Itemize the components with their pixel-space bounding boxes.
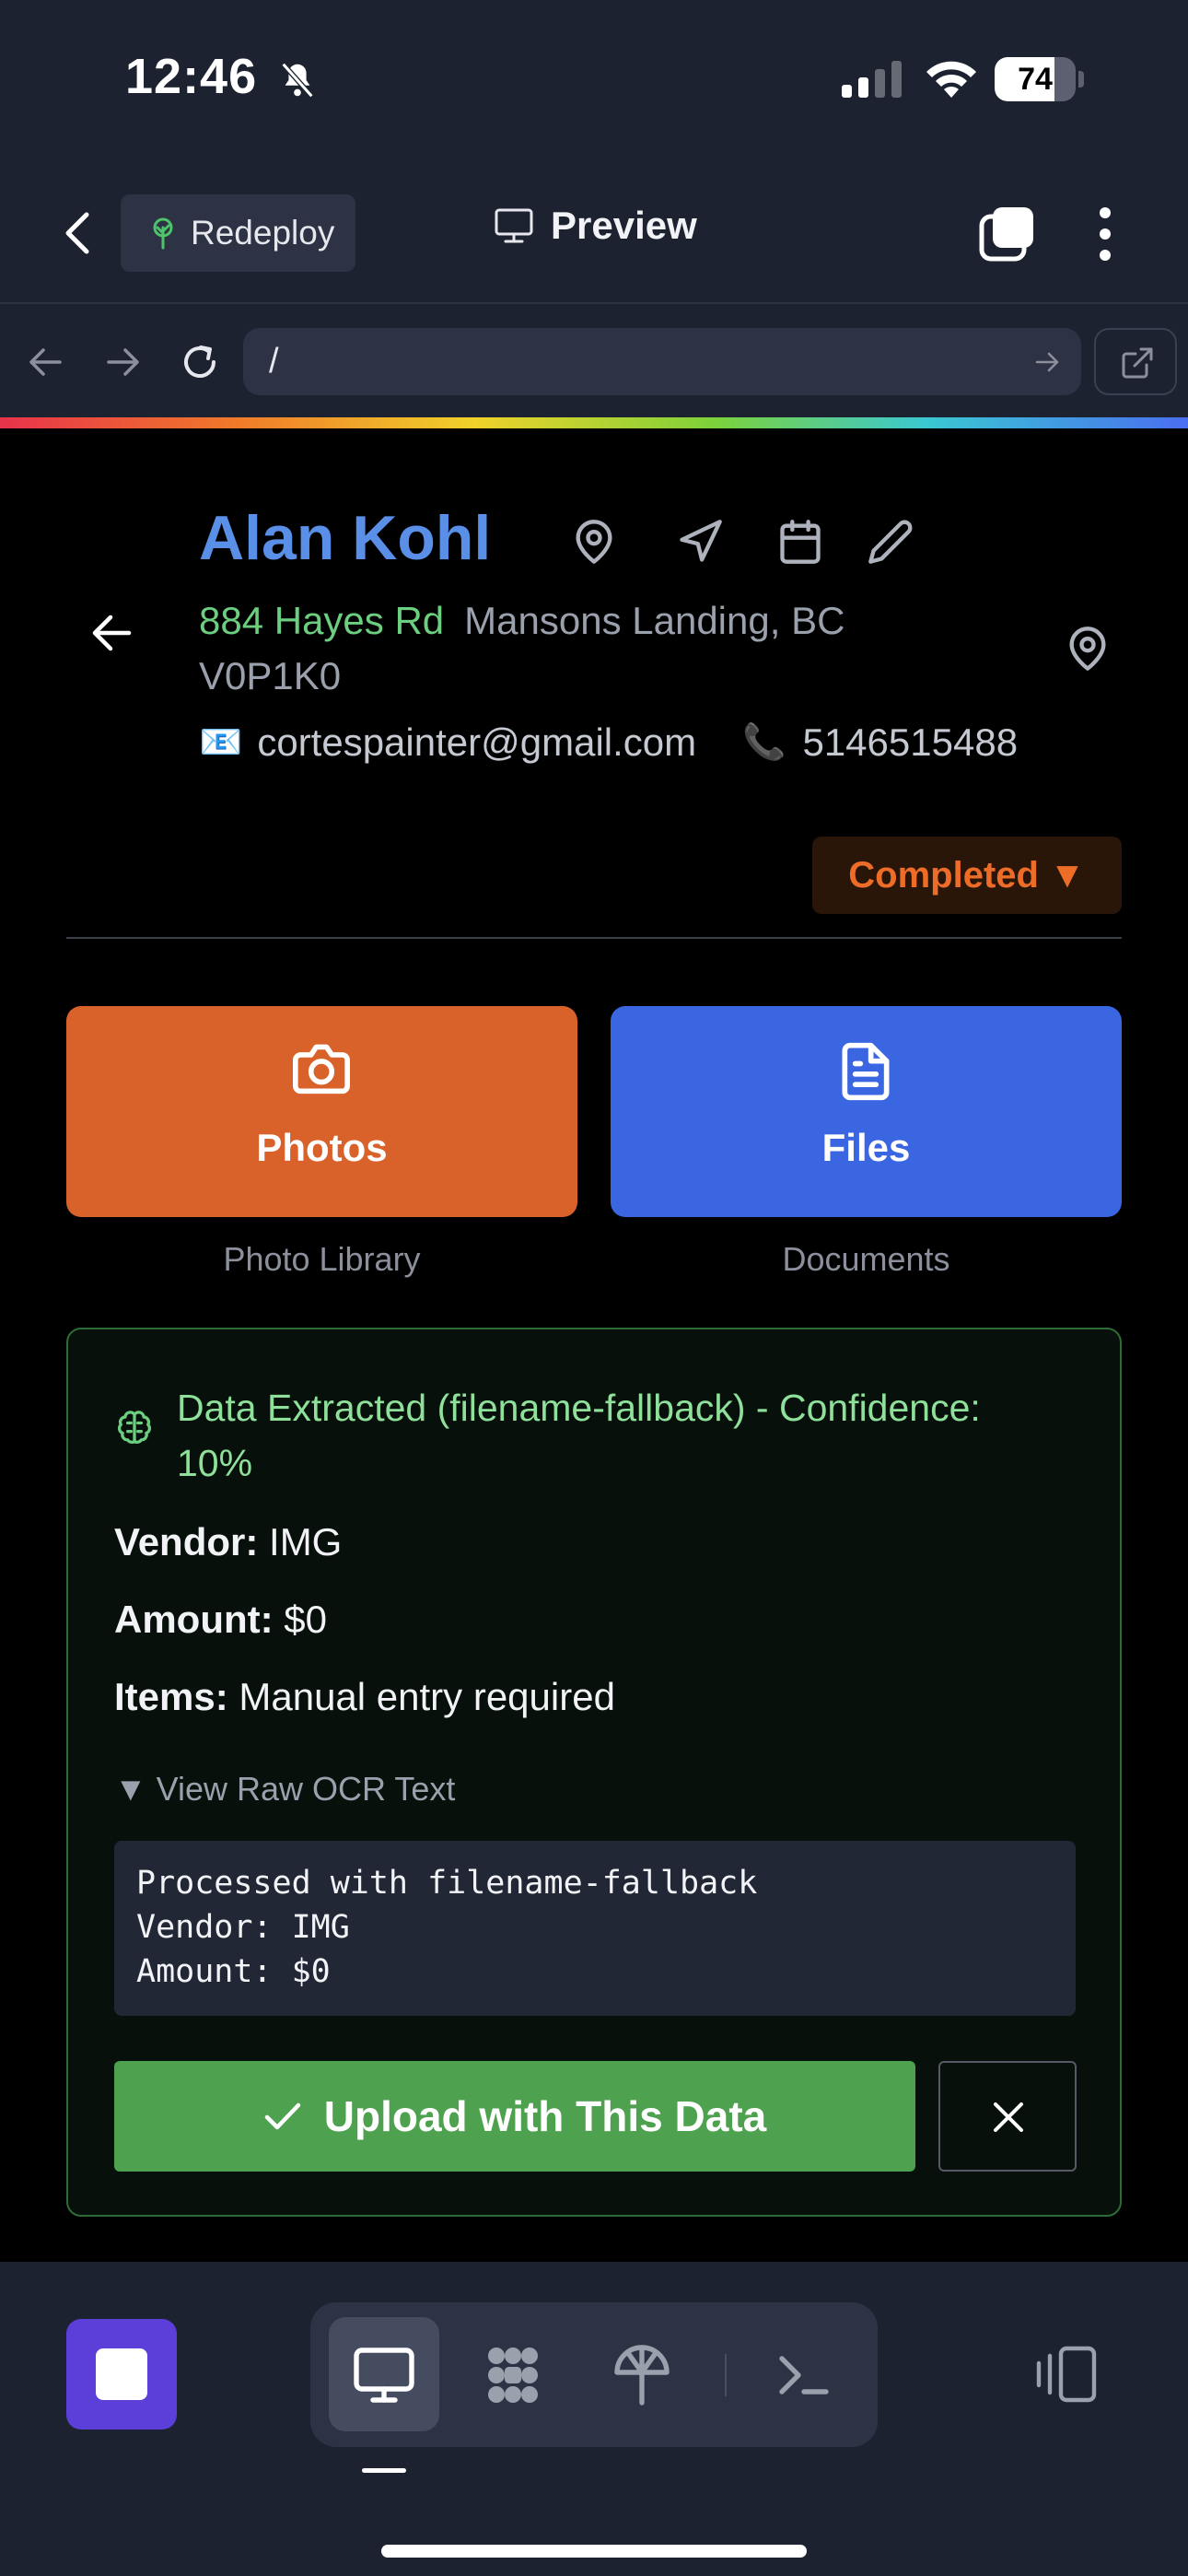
- files-sublabel: Documents: [782, 1240, 950, 1278]
- address-street[interactable]: 884 Hayes Rd: [199, 599, 444, 642]
- status-time: 12:46: [125, 49, 258, 104]
- view-switcher: [310, 2302, 878, 2447]
- battery-indicator: 74: [995, 57, 1084, 101]
- back-arrow-icon[interactable]: [88, 612, 134, 654]
- extraction-title: Data Extracted (filename-fallback) - Con…: [177, 1387, 981, 1484]
- raw-ocr-text: Processed with filename-fallback Vendor:…: [114, 1841, 1076, 2016]
- arrow-right-icon[interactable]: [99, 339, 146, 385]
- extraction-card: Data Extracted (filename-fallback) - Con…: [66, 1328, 1122, 2217]
- terminal-icon[interactable]: [771, 2342, 837, 2408]
- app-toolbar: Redeploy Preview: [0, 161, 1188, 304]
- arrow-left-icon[interactable]: [23, 339, 69, 385]
- divider: [66, 937, 1122, 939]
- segment-separator: [725, 2354, 727, 2396]
- tabs-icon[interactable]: [978, 205, 1035, 263]
- vendor-label: Vendor:: [114, 1520, 259, 1563]
- dismiss-button[interactable]: [938, 2061, 1077, 2172]
- more-vertical-icon[interactable]: [1091, 205, 1119, 263]
- files-label: Files: [821, 1126, 911, 1169]
- address-city: Mansons Landing, BC: [464, 599, 845, 642]
- location-pin-icon[interactable]: [1064, 625, 1112, 673]
- chevron-left-icon[interactable]: [55, 207, 101, 259]
- customer-phone[interactable]: 5146515488: [802, 720, 1018, 765]
- deploy-tree-icon: [153, 217, 173, 250]
- open-external-button[interactable]: [1094, 328, 1177, 395]
- items-label: Items:: [114, 1675, 228, 1718]
- brain-icon: [117, 1411, 152, 1444]
- phone-icon: 📞: [742, 723, 786, 762]
- upload-label: Upload with This Data: [323, 2092, 767, 2140]
- amount-label: Amount:: [114, 1598, 274, 1641]
- edit-icon[interactable]: [867, 518, 914, 566]
- files-button[interactable]: Files: [611, 1006, 1122, 1217]
- cellular-signal-icon: [842, 61, 902, 98]
- items-value: Manual entry required: [239, 1675, 615, 1718]
- preview-title[interactable]: Preview: [494, 204, 697, 248]
- loading-progress-bar: [0, 417, 1188, 428]
- deploy-icon[interactable]: [609, 2342, 675, 2408]
- view-raw-ocr-toggle[interactable]: ▼ View Raw OCR Text: [114, 1770, 455, 1809]
- camera-icon: [293, 1044, 350, 1095]
- reload-icon[interactable]: [177, 339, 223, 385]
- url-text: /: [269, 342, 279, 381]
- battery-percent: 74: [1018, 62, 1053, 97]
- photos-button[interactable]: Photos: [66, 1006, 577, 1217]
- wifi-icon: [926, 61, 976, 98]
- items-row: Items: Manual entry required: [114, 1675, 615, 1719]
- status-dropdown[interactable]: Completed ▼: [812, 837, 1122, 914]
- amount-row: Amount: $0: [114, 1598, 327, 1642]
- photos-label: Photos: [256, 1126, 388, 1169]
- status-bar: 12:46 74: [0, 0, 1188, 161]
- email-icon: 📧: [199, 723, 243, 762]
- check-icon: [264, 2102, 301, 2130]
- redeploy-label: Redeploy: [191, 214, 335, 252]
- desktop-icon[interactable]: [351, 2342, 417, 2408]
- bell-muted-icon: [281, 62, 314, 99]
- contact-row: 📧 cortespainter@gmail.com 📞 5146515488: [199, 720, 1018, 765]
- active-indicator: [362, 2468, 406, 2473]
- split-panel-icon[interactable]: [1031, 2345, 1098, 2404]
- upload-with-data-button[interactable]: Upload with This Data: [114, 2061, 915, 2172]
- redeploy-button[interactable]: Redeploy: [121, 194, 355, 272]
- calendar-icon[interactable]: [776, 518, 824, 566]
- photos-sublabel: Photo Library: [223, 1240, 421, 1278]
- go-arrow-icon[interactable]: [1033, 348, 1061, 376]
- apps-icon[interactable]: [480, 2342, 546, 2408]
- stop-button[interactable]: [66, 2319, 177, 2430]
- vendor-value: IMG: [269, 1520, 343, 1563]
- navigation-icon[interactable]: [676, 518, 724, 566]
- map-pin-icon[interactable]: [570, 518, 618, 566]
- address-line: 884 Hayes Rd Mansons Landing, BC: [199, 599, 844, 643]
- external-link-icon: [1122, 347, 1153, 379]
- address-postal: V0P1K0: [199, 654, 342, 697]
- customer-email[interactable]: cortespainter@gmail.com: [257, 720, 696, 765]
- url-bar: /: [0, 304, 1188, 419]
- amount-value: $0: [284, 1598, 328, 1641]
- monitor-icon: [495, 208, 533, 243]
- home-indicator[interactable]: [381, 2545, 807, 2558]
- vendor-row: Vendor: IMG: [114, 1520, 342, 1564]
- file-text-icon: [842, 1042, 890, 1101]
- close-icon: [994, 2102, 1023, 2132]
- bottom-toolbar: [0, 2262, 1188, 2576]
- stop-icon: [96, 2348, 147, 2400]
- customer-name: Alan Kohl: [199, 503, 492, 573]
- url-input[interactable]: /: [243, 328, 1081, 395]
- preview-label: Preview: [551, 204, 697, 247]
